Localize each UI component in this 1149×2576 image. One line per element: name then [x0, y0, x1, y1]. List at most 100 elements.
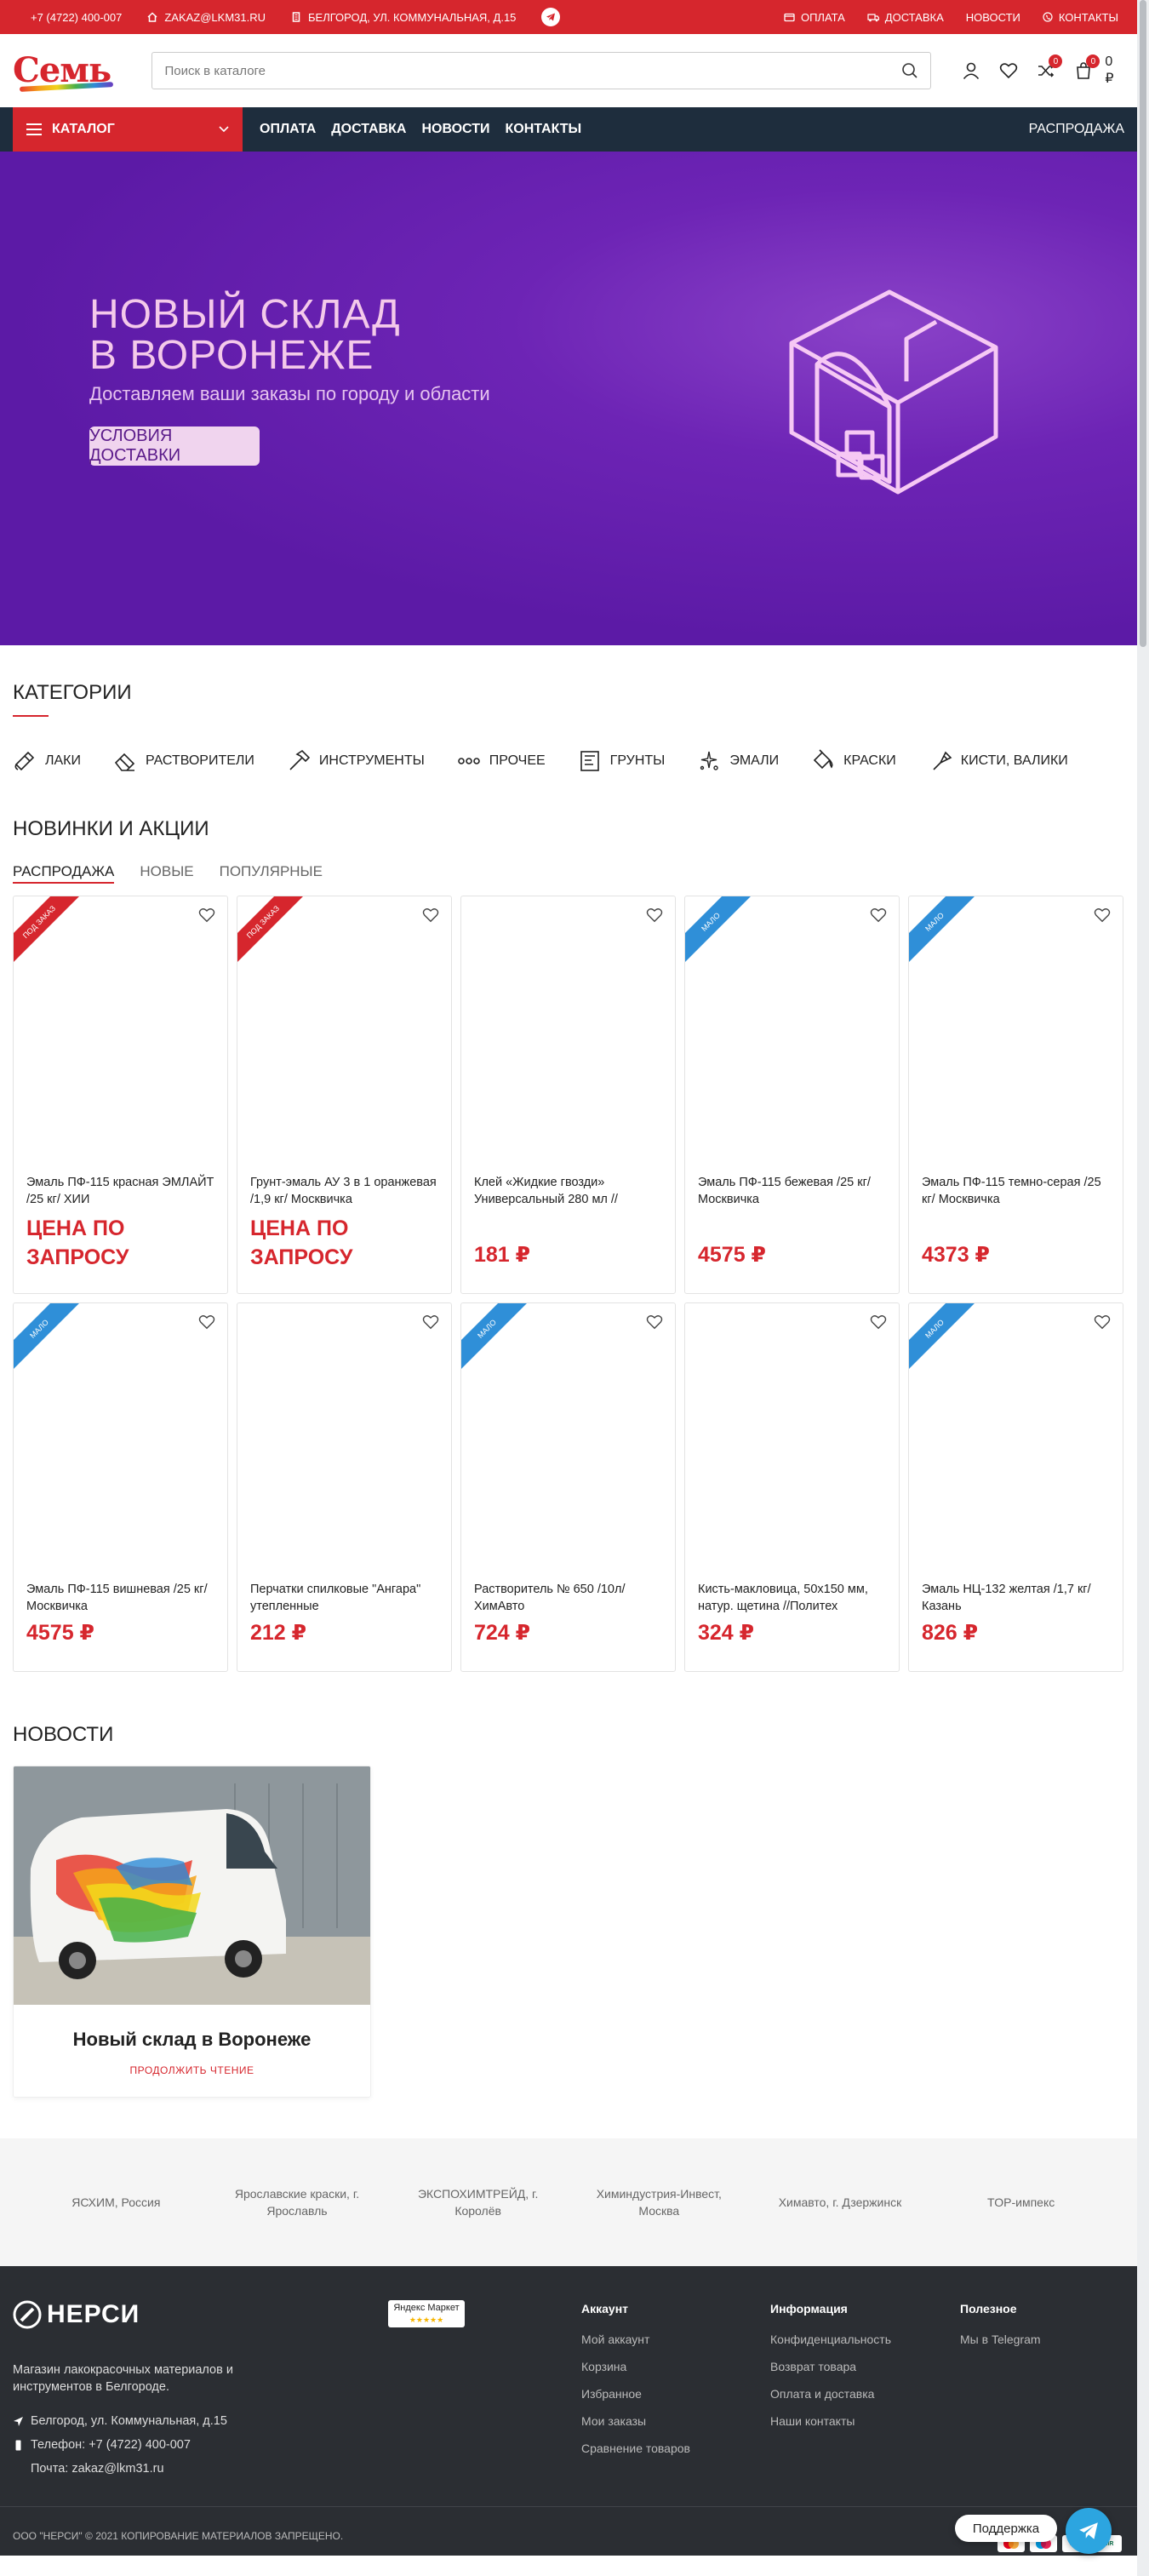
- product-title[interactable]: Эмаль НЦ-132 желтая /1,7 кг/ Казань: [922, 1581, 1113, 1615]
- brand-item[interactable]: TOP-импекс: [949, 2194, 1094, 2211]
- category-rastvoriteli[interactable]: РАСТВОРИТЕЛИ: [113, 749, 254, 773]
- product-title[interactable]: Растворитель № 650 /10л/ ХимАвто: [474, 1581, 666, 1615]
- yandex-market-badge[interactable]: Яндекс Маркет ★★★★★: [388, 2300, 465, 2327]
- telegram-chat-button[interactable]: [1066, 2508, 1112, 2554]
- wishlist-heart-icon[interactable]: [870, 1314, 887, 1331]
- brand-item[interactable]: Химиндустрия-Инвест, Москва: [586, 2185, 731, 2219]
- category-kraski[interactable]: КРАСКИ: [811, 749, 896, 773]
- footer-link[interactable]: Наши контакты: [770, 2414, 891, 2428]
- nav-link-news[interactable]: НОВОСТИ: [421, 122, 489, 137]
- product-title[interactable]: Клей «Жидкие гвозди» Универсальный 280 м…: [474, 1174, 666, 1208]
- wishlist-heart-icon[interactable]: [1094, 1314, 1111, 1331]
- footer-link[interactable]: Возврат товара: [770, 2360, 891, 2373]
- tab-sale[interactable]: РАСПРОДАЖА: [13, 863, 115, 884]
- footer-link[interactable]: Корзина: [581, 2360, 690, 2373]
- page-scrollbar[interactable]: [1137, 0, 1149, 2576]
- product-card[interactable]: МАЛО Эмаль ПФ-115 вишневая /25 кг/ Москви…: [13, 1302, 228, 1672]
- nav-link-sale[interactable]: РАСПРОДАЖА: [1029, 122, 1124, 137]
- product-card[interactable]: ПОД ЗАКАЗ Эмаль ПФ-115 красная ЭМЛАЙТ /25…: [13, 896, 228, 1294]
- footer-address: Белгород, ул. Коммунальная, д.15: [13, 2409, 227, 2433]
- footer-link[interactable]: Мои заказы: [581, 2414, 690, 2428]
- search-icon[interactable]: [901, 62, 918, 79]
- footer-email[interactable]: Почта: zakaz@lkm31.ru: [13, 2457, 227, 2481]
- hero-subtitle: Доставляем ваши заказы по городу и облас…: [89, 383, 490, 404]
- topbar-link-news[interactable]: НОВОСТИ: [966, 11, 1020, 24]
- site-logo[interactable]: Семь: [13, 49, 114, 92]
- news-card[interactable]: Новый склад в Воронеже ПРОДОЛЖИТЬ ЧТЕНИЕ: [13, 1766, 371, 2098]
- topbar-phone[interactable]: +7 (4722) 400-007: [31, 11, 122, 24]
- topbar-link-payment[interactable]: ОПЛАТА: [784, 11, 845, 24]
- product-title[interactable]: Перчатки спилковые "Ангара" утепленные: [250, 1581, 442, 1615]
- product-title[interactable]: Эмаль ПФ-115 красная ЭМЛАЙТ /25 кг/ ХИИ: [26, 1174, 218, 1208]
- search-input[interactable]: Поиск в каталоге: [151, 52, 932, 89]
- category-laki[interactable]: ЛАКИ: [13, 749, 81, 773]
- nav-link-delivery[interactable]: ДОСТАВКА: [331, 122, 406, 137]
- product-title[interactable]: Эмаль ПФ-115 бежевая /25 кг/ Москвичка: [698, 1174, 889, 1208]
- wishlist-heart-icon[interactable]: [422, 907, 439, 924]
- nav-link-contacts[interactable]: КОНТАКТЫ: [505, 122, 581, 137]
- category-grunty[interactable]: ГРУНТЫ: [578, 749, 665, 773]
- wishlist-button[interactable]: [999, 61, 1018, 80]
- dots-icon: [457, 758, 480, 764]
- category-kisti[interactable]: КИСТИ, ВАЛИКИ: [929, 749, 1068, 773]
- categories-heading: КАТЕГОРИИ: [13, 681, 132, 704]
- footer-link[interactable]: Сравнение товаров: [581, 2441, 690, 2455]
- brand-item[interactable]: Ярославские краски, г. Ярославль: [225, 2185, 369, 2219]
- scrollbar-thumb[interactable]: [1140, 0, 1146, 647]
- product-price: 724 ₽: [474, 1621, 531, 1645]
- footer-link[interactable]: Мой аккаунт: [581, 2333, 690, 2346]
- product-card[interactable]: МАЛО Эмаль НЦ-132 желтая /1,7 кг/ Казань 8…: [908, 1302, 1123, 1672]
- tab-popular[interactable]: ПОПУЛЯРНЫЕ: [220, 863, 323, 884]
- product-card[interactable]: Перчатки спилковые "Ангара" утепленные 21…: [237, 1302, 452, 1672]
- brand-item[interactable]: ЯСХИМ, Россия: [43, 2194, 188, 2211]
- topbar-link-delivery[interactable]: ДОСТАВКА: [867, 11, 944, 24]
- product-title[interactable]: Эмаль ПФ-115 темно-серая /25 кг/ Москвич…: [922, 1174, 1113, 1208]
- product-title[interactable]: Грунт-эмаль АУ 3 в 1 оранжевая /1,9 кг/ …: [250, 1174, 442, 1208]
- support-chat-button[interactable]: Поддержка: [955, 2515, 1057, 2542]
- category-instrumenty[interactable]: ИНСТРУМЕНТЫ: [287, 749, 425, 773]
- product-card[interactable]: МАЛО Растворитель № 650 /10л/ ХимАвто 724 …: [460, 1302, 676, 1672]
- nav-link-payment[interactable]: ОПЛАТА: [260, 122, 316, 137]
- wishlist-heart-icon[interactable]: [422, 1314, 439, 1331]
- news-title[interactable]: Новый склад в Воронеже: [14, 2029, 370, 2051]
- wishlist-heart-icon[interactable]: [646, 907, 663, 924]
- product-card[interactable]: Клей «Жидкие гвозди» Универсальный 280 м…: [460, 896, 676, 1294]
- delivery-terms-button[interactable]: УСЛОВИЯ ДОСТАВКИ: [89, 426, 260, 466]
- wishlist-heart-icon[interactable]: [1094, 907, 1111, 924]
- product-title[interactable]: Эмаль ПФ-115 вишневая /25 кг/ Москвичка: [26, 1581, 218, 1615]
- wishlist-heart-icon[interactable]: [198, 1314, 215, 1331]
- copyright-icon: ©: [85, 2530, 93, 2542]
- catalog-button[interactable]: КАТАЛОГ: [13, 107, 243, 152]
- wishlist-heart-icon[interactable]: [646, 1314, 663, 1331]
- cart-total[interactable]: 0 ₽: [1105, 54, 1124, 87]
- footer-link[interactable]: Конфиденциальность: [770, 2333, 891, 2346]
- product-card[interactable]: МАЛО Эмаль ПФ-115 темно-серая /25 кг/ Мос…: [908, 896, 1123, 1294]
- topbar-link-contacts[interactable]: КОНТАКТЫ: [1043, 11, 1118, 24]
- read-more-link[interactable]: ПРОДОЛЖИТЬ ЧТЕНИЕ: [14, 2064, 370, 2076]
- account-button[interactable]: [962, 61, 980, 80]
- wishlist-heart-icon[interactable]: [870, 907, 887, 924]
- footer-logo[interactable]: НЕРСИ: [13, 2300, 140, 2329]
- topbar-email[interactable]: ZAKAZ@LKM31.RU: [147, 11, 266, 24]
- product-card[interactable]: МАЛО Эмаль ПФ-115 бежевая /25 кг/ Москвич…: [684, 896, 900, 1294]
- cart-button[interactable]: 0: [1074, 54, 1100, 80]
- brand-item[interactable]: Химавто, г. Дзержинск: [768, 2194, 912, 2211]
- footer-link[interactable]: Оплата и доставка: [770, 2387, 891, 2401]
- telegram-link[interactable]: [541, 8, 561, 26]
- topbar-address[interactable]: БЕЛГОРОД, УЛ. КОММУНАЛЬНАЯ, Д.15: [291, 11, 516, 24]
- product-title[interactable]: Кисть-макловица, 50х150 мм, натур. щетин…: [698, 1581, 889, 1615]
- compare-button[interactable]: 0: [1037, 54, 1063, 80]
- heading-underline: [13, 715, 49, 717]
- wishlist-heart-icon[interactable]: [198, 907, 215, 924]
- product-card[interactable]: ПОД ЗАКАЗ Грунт-эмаль АУ 3 в 1 оранжевая …: [237, 896, 452, 1294]
- brand-item[interactable]: ЭКСПОХИМТРЕЙД, г. Королёв: [406, 2185, 551, 2219]
- product-card[interactable]: Кисть-макловица, 50х150 мм, натур. щетин…: [684, 1302, 900, 1672]
- tab-new[interactable]: НОВЫЕ: [140, 863, 193, 884]
- footer-link[interactable]: Избранное: [581, 2387, 690, 2401]
- category-emali[interactable]: ЭМАЛИ: [697, 749, 779, 773]
- category-prochee[interactable]: ПРОЧЕЕ: [457, 749, 546, 773]
- warehouse-icon: [789, 289, 998, 495]
- topbar-phone-text: +7 (4722) 400-007: [31, 10, 123, 24]
- footer-link[interactable]: Мы в Telegram: [960, 2333, 1041, 2346]
- footer-phone[interactable]: Телефон: +7 (4722) 400-007: [13, 2433, 227, 2457]
